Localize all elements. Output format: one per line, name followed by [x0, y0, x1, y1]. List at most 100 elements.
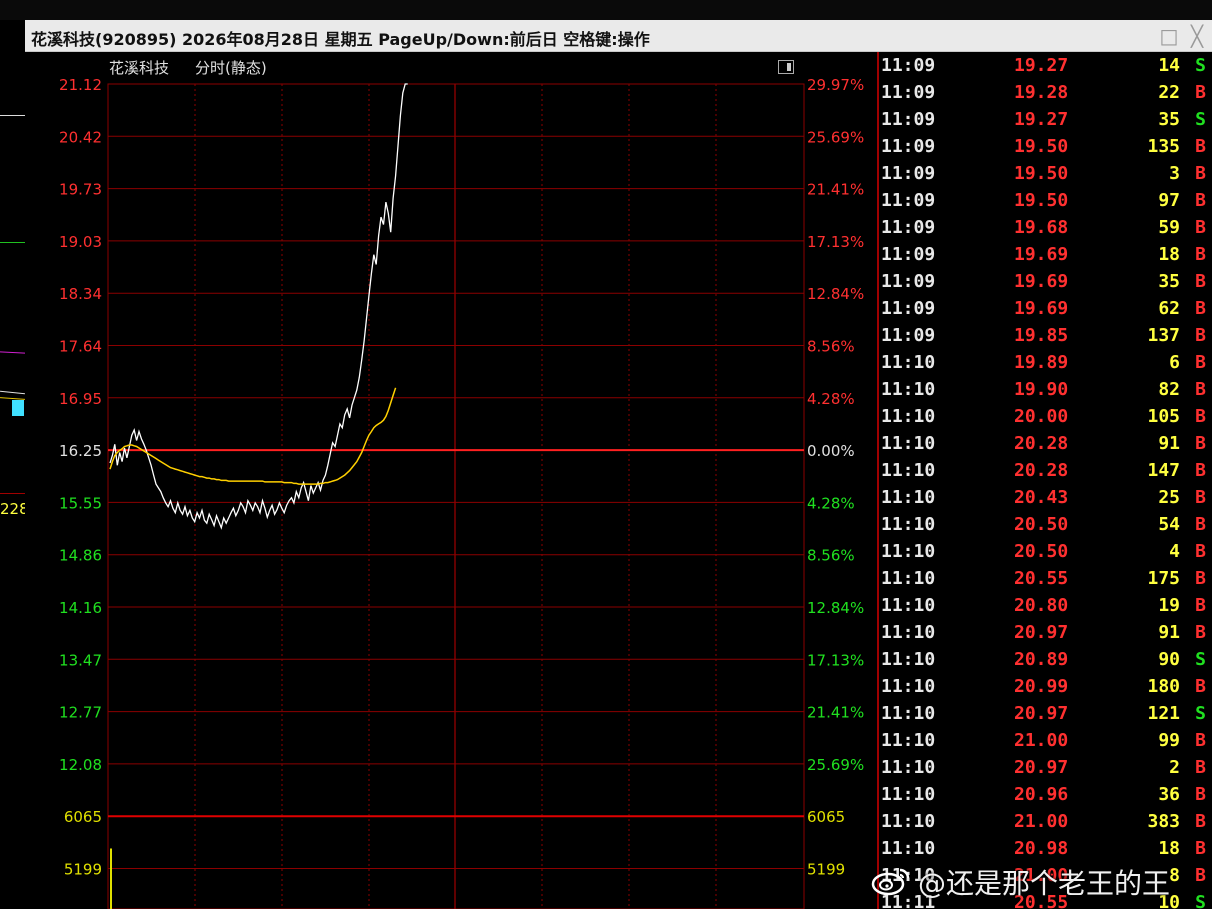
price-tick-label: 19.73 — [59, 181, 102, 199]
tick-row[interactable]: 11:10 21.00 383 B — [879, 808, 1212, 835]
volume-tick-label: 6065 — [807, 808, 845, 826]
tick-volume: 6 — [1169, 352, 1180, 373]
panel-toggle-icon[interactable] — [778, 60, 794, 74]
tick-price: 19.69 — [1014, 298, 1069, 319]
tick-row[interactable]: 11:10 20.43 25 B — [879, 484, 1212, 511]
tick-price: 20.99 — [1014, 676, 1069, 697]
price-tick-label: 14.16 — [59, 599, 102, 617]
tick-time: 11:10 — [881, 784, 936, 805]
pct-tick-label: 4.28% — [807, 494, 855, 512]
tick-side: B — [1195, 676, 1206, 697]
intraday-chart[interactable]: 21.12 29.97% 20.42 25.69% 19.73 21.41% 19.03 17… — [25, 52, 877, 909]
desktop-top-strip — [0, 0, 1212, 20]
tick-row[interactable]: 11:10 19.90 82 B — [879, 376, 1212, 403]
tick-row[interactable]: 11:10 20.28 91 B — [879, 430, 1212, 457]
price-tick-label: 16.25 — [59, 442, 102, 460]
tick-side: B — [1195, 406, 1206, 427]
tick-price: 20.28 — [1014, 433, 1069, 454]
pct-tick-label: 25.69% — [807, 128, 864, 146]
tick-volume: 2 — [1169, 757, 1180, 778]
tick-row[interactable]: 11:10 20.50 4 B — [879, 538, 1212, 565]
tick-row[interactable]: 11:09 19.50 3 B — [879, 160, 1212, 187]
volume-tick-label: 5199 — [64, 861, 102, 879]
weibo-logo-icon — [871, 868, 910, 896]
tick-price: 20.96 — [1014, 784, 1069, 805]
tick-list[interactable]: 11:09 19.27 14 S 11:09 19.28 22 B 11:09 19.27 35 S 1… — [877, 52, 1212, 909]
tick-side: B — [1195, 298, 1206, 319]
tick-volume: 22 — [1158, 82, 1180, 103]
tick-volume: 180 — [1147, 676, 1180, 697]
tick-row[interactable]: 11:10 20.28 147 B — [879, 457, 1212, 484]
tick-price: 19.28 — [1014, 82, 1069, 103]
tick-volume: 147 — [1147, 460, 1180, 481]
tick-volume: 99 — [1158, 730, 1180, 751]
tick-row[interactable]: 11:09 19.28 22 B — [879, 79, 1212, 106]
watermark-text: @还是那个老王的王 — [918, 867, 1171, 900]
tick-row[interactable]: 11:10 20.97 121 S — [879, 700, 1212, 727]
tick-price: 19.68 — [1014, 217, 1069, 238]
tick-row[interactable]: 11:09 19.85 137 B — [879, 322, 1212, 349]
tick-volume: 25 — [1158, 487, 1180, 508]
tick-time: 11:09 — [881, 298, 936, 319]
tick-row[interactable]: 11:09 19.27 14 S — [879, 52, 1212, 79]
price-tick-label: 16.95 — [59, 390, 102, 408]
tick-volume: 8 — [1169, 865, 1180, 886]
tick-volume: 97 — [1158, 190, 1180, 211]
tick-price: 19.50 — [1014, 163, 1069, 184]
tick-row[interactable]: 11:10 20.00 105 B — [879, 403, 1212, 430]
tick-side: S — [1195, 109, 1206, 130]
restore-icon[interactable]: □ — [1157, 24, 1181, 48]
close-icon[interactable]: ╳ — [1185, 24, 1209, 48]
tick-row[interactable]: 11:09 19.69 62 B — [879, 295, 1212, 322]
pct-tick-label: 8.56% — [807, 547, 855, 565]
tick-price: 19.69 — [1014, 271, 1069, 292]
window-title: 花溪科技(920895) 2026年08月28日 星期五 PageUp/Down… — [31, 30, 650, 49]
tick-row[interactable]: 11:10 20.99 180 B — [879, 673, 1212, 700]
tick-row[interactable]: 11:10 20.97 91 B — [879, 619, 1212, 646]
tick-row[interactable]: 11:09 19.50 97 B — [879, 187, 1212, 214]
tick-row[interactable]: 11:10 21.00 99 B — [879, 727, 1212, 754]
tick-row[interactable]: 11:09 19.69 35 B — [879, 268, 1212, 295]
volume-tick-label: 5199 — [807, 861, 845, 879]
tick-time: 11:10 — [881, 595, 936, 616]
tick-price: 20.80 — [1014, 595, 1069, 616]
chart-stock-name: 花溪科技 — [109, 59, 170, 77]
tick-row[interactable]: 11:10 20.50 54 B — [879, 511, 1212, 538]
tick-price: 19.50 — [1014, 190, 1069, 211]
title-bar[interactable]: 花溪科技(920895) 2026年08月28日 星期五 PageUp/Down… — [25, 20, 1212, 52]
tick-price: 19.85 — [1014, 325, 1069, 346]
tick-time: 11:09 — [881, 325, 936, 346]
pct-tick-label: 29.97% — [807, 76, 864, 94]
tick-row[interactable]: 11:10 20.89 90 S — [879, 646, 1212, 673]
tick-volume: 137 — [1147, 325, 1180, 346]
background-axis-label: 228 — [0, 500, 25, 518]
tick-row[interactable]: 11:10 19.89 6 B — [879, 349, 1212, 376]
price-tick-label: 17.64 — [59, 338, 102, 356]
price-tick-label: 20.42 — [59, 128, 102, 146]
pct-tick-label: 17.13% — [807, 651, 864, 669]
tick-volume: 4 — [1169, 541, 1180, 562]
tick-row[interactable]: 11:10 20.80 19 B — [879, 592, 1212, 619]
tick-time: 11:09 — [881, 190, 936, 211]
tick-row[interactable]: 11:09 19.69 18 B — [879, 241, 1212, 268]
tick-row[interactable]: 11:10 20.96 36 B — [879, 781, 1212, 808]
tick-time: 11:09 — [881, 271, 936, 292]
tick-side: B — [1195, 595, 1206, 616]
tick-price: 20.97 — [1014, 757, 1069, 778]
tick-row[interactable]: 11:09 19.50 135 B — [879, 133, 1212, 160]
tick-volume: 135 — [1147, 136, 1180, 157]
tick-row[interactable]: 11:09 19.27 35 S — [879, 106, 1212, 133]
tick-time: 11:10 — [881, 703, 936, 724]
tick-row[interactable]: 11:10 20.97 2 B — [879, 754, 1212, 781]
tick-side: B — [1195, 460, 1206, 481]
tick-price: 21.00 — [1014, 811, 1069, 832]
tick-volume: 90 — [1158, 649, 1180, 670]
tick-row[interactable]: 11:10 20.98 18 B — [879, 835, 1212, 862]
tick-row[interactable]: 11:10 20.55 175 B — [879, 565, 1212, 592]
tick-side: B — [1195, 163, 1206, 184]
tick-row[interactable]: 11:09 19.68 59 B — [879, 214, 1212, 241]
tick-price: 20.50 — [1014, 541, 1069, 562]
tick-time: 11:09 — [881, 163, 936, 184]
tick-side: B — [1195, 730, 1206, 751]
tick-side: B — [1195, 136, 1206, 157]
